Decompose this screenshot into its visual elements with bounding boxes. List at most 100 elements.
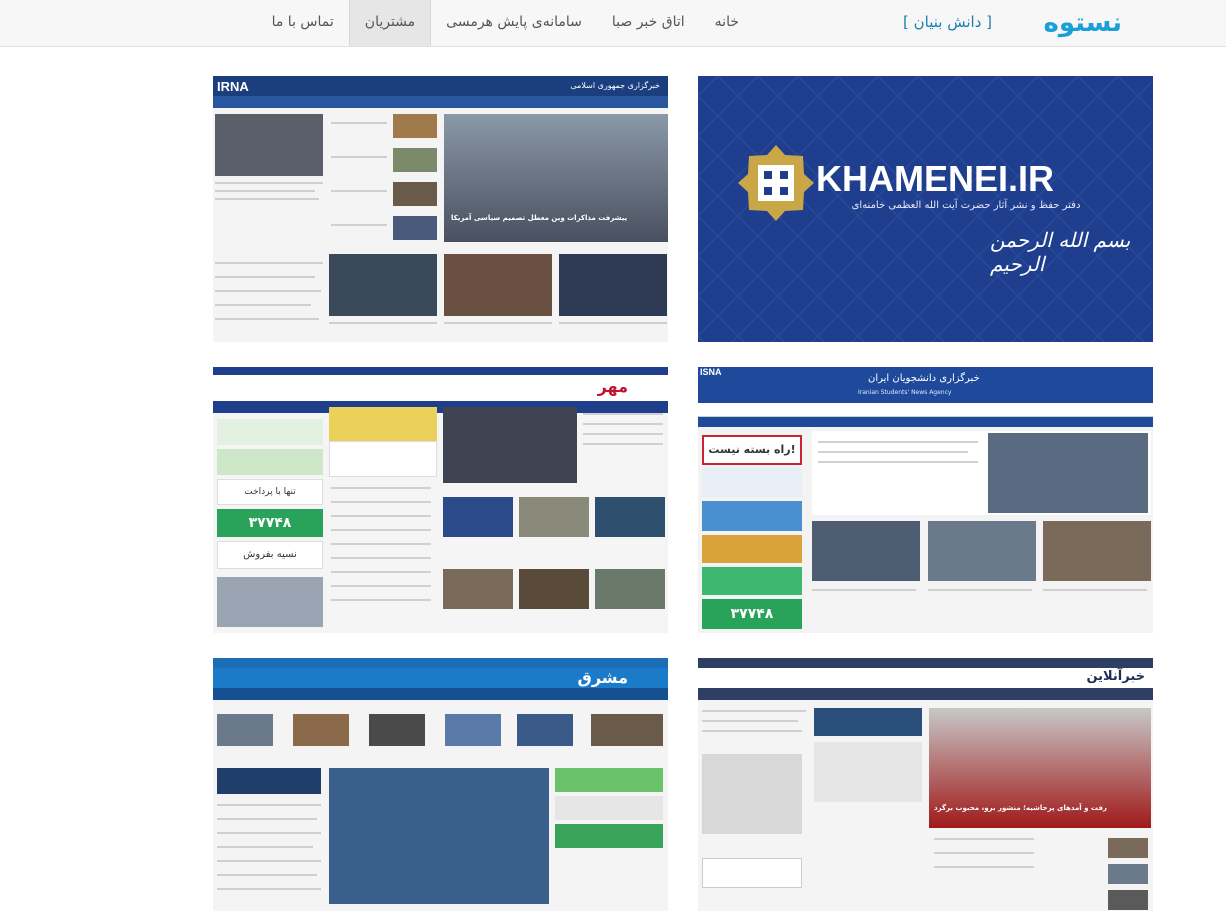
irna-text-line [215,276,315,278]
irna-text-line [331,122,387,124]
mehr-ad-7 [329,407,437,443]
nav-saba-newsroom[interactable]: اتاق خبر صبا [597,0,700,46]
mashregh-topbar [213,658,668,668]
khabaronline-text-line [934,838,1034,840]
customer-card-khabaronline[interactable]: خبرآنلاین رفت و آمدهای پرحاشیه؛ منشور بر… [698,658,1153,911]
mashregh-thumb-4 [445,714,501,746]
isna-site-title: خبرگزاری دانشجویان ایران [868,373,980,384]
isna-text-line [812,589,916,591]
mashregh-thumb-3 [369,714,425,746]
customer-card-mashregh[interactable]: مشرق [213,658,668,911]
khabaronline-text-line [702,710,806,712]
isna-ad-3 [702,501,802,531]
isna-text-line [818,441,978,443]
isna-ad-5 [702,567,802,595]
mashregh-logo: مشرق [577,668,628,687]
site-logo[interactable]: نستوه [1044,8,1123,38]
isna-subnav [698,417,1153,427]
nav-contact[interactable]: تماس با ما [257,0,349,46]
mehr-menu [213,401,668,413]
mehr-photo-6 [595,569,665,609]
khabaronline-ad-2 [814,742,922,802]
khabaronline-headline: رفت و آمدهای پرحاشیه؛ منشور برو، محبوب ب… [934,804,1107,812]
mehr-topbar [213,367,668,375]
khamenei-motto: بسم الله الرحمن الرحیم [990,228,1131,276]
irna-photo-bottom-1 [559,254,667,316]
mehr-text-line [331,571,431,573]
mehr-ad-8 [329,441,437,477]
irna-thumb-3 [393,182,437,206]
mehr-text-line [331,515,431,517]
khabaronline-products [702,754,802,834]
mehr-ad-3: تنها با پرداخت [217,479,323,505]
irna-side-photo [215,114,323,176]
khabaronline-logo: خبرآنلاین [1086,669,1145,684]
khabaronline-thumb-2 [1108,864,1148,884]
irna-site-title: خبرگزاری جمهوری اسلامی [570,81,660,90]
mashregh-main-photo [329,768,549,904]
mehr-text-line [331,487,431,489]
mehr-ad-2 [217,449,323,475]
mehr-photo-5 [519,569,589,609]
isna-tag: ISNA [700,367,722,377]
khabaronline-thumb-1 [1108,838,1148,858]
irna-text-line [331,190,387,192]
isna-ad-price: ۳۷۷۴۸ [702,599,802,629]
isna-text-line [818,451,968,453]
irna-text-line [215,182,323,184]
isna-ad-2 [702,467,802,497]
irna-photo-bottom-2 [444,254,552,316]
irna-text-line [444,322,552,324]
mehr-photo-4 [443,569,513,609]
isna-menu [698,403,1153,417]
mehr-text-line [331,529,431,531]
isna-photo-1 [812,521,920,581]
mashregh-ad-1 [217,768,321,794]
nav-customers[interactable]: مشتریان [348,0,432,46]
irna-text-line [215,304,311,306]
mashregh-text-line [217,888,321,890]
khabaronline-text-line [934,866,1034,868]
mashregh-thumb-2 [293,714,349,746]
mehr-photo-1 [443,497,513,537]
mashregh-text-line [217,804,321,806]
mashregh-ad-2 [555,768,663,792]
mashregh-ad-4 [555,824,663,848]
mehr-ad-price: ۳۷۷۴۸ [217,509,323,537]
irna-headline: پیشرفت مذاکرات وین معطل تصمیم سیاسی آمری… [451,214,628,222]
khabaronline-text-line [702,730,802,732]
khamenei-subtitle: دفتر حفظ و نشر آثار حضرت آیت الله العظمی… [851,200,1081,211]
mashregh-ad-3 [555,796,663,820]
mehr-logo: مهر [597,377,628,396]
mashregh-text-line [217,832,321,834]
customer-card-mehr[interactable]: مهر تنها با پرداخت ۳۷۷۴۸ نسیه بفروش [213,367,668,633]
mashregh-text-line [217,846,313,848]
mehr-text-line [331,543,431,545]
khabaronline-menu [698,688,1153,700]
mehr-text-line [331,557,431,559]
customer-card-isna[interactable]: ISNA خبرگزاری دانشجویان ایران Iranian St… [698,367,1153,633]
isna-photo-3 [1043,521,1151,581]
customer-card-khamenei[interactable]: KHAMENEI.IR دفتر حفظ و نشر آثار حضرت آیت… [698,76,1153,342]
isna-ad-4 [702,535,802,563]
nav-hermes-monitoring[interactable]: سامانه‌ی پایش هرمسی [431,0,597,46]
irna-thumb-2 [393,148,437,172]
khabaronline-text-line [934,852,1034,854]
mehr-text-line [583,443,663,445]
mehr-main-photo [443,407,577,483]
mehr-ad-1 [217,419,323,445]
khabaronline-text-line [702,720,798,722]
mehr-photo-2 [519,497,589,537]
irna-text-line [215,262,323,264]
mashregh-thumb-5 [517,714,573,746]
irna-menu-bar [213,96,668,108]
isna-ad-banner: راه بسته نیست! [702,435,802,465]
customer-card-irna[interactable]: IRNA خبرگزاری جمهوری اسلامی پیشرفت مذاکر… [213,76,668,342]
irna-text-line [329,322,437,324]
isna-text-line [818,461,978,463]
irna-text-line [215,198,319,200]
khabaronline-ad-1 [814,708,922,736]
mashregh-text-line [217,874,317,876]
nav-home[interactable]: خانه [700,0,754,46]
irna-photo-bottom-3 [329,254,437,316]
